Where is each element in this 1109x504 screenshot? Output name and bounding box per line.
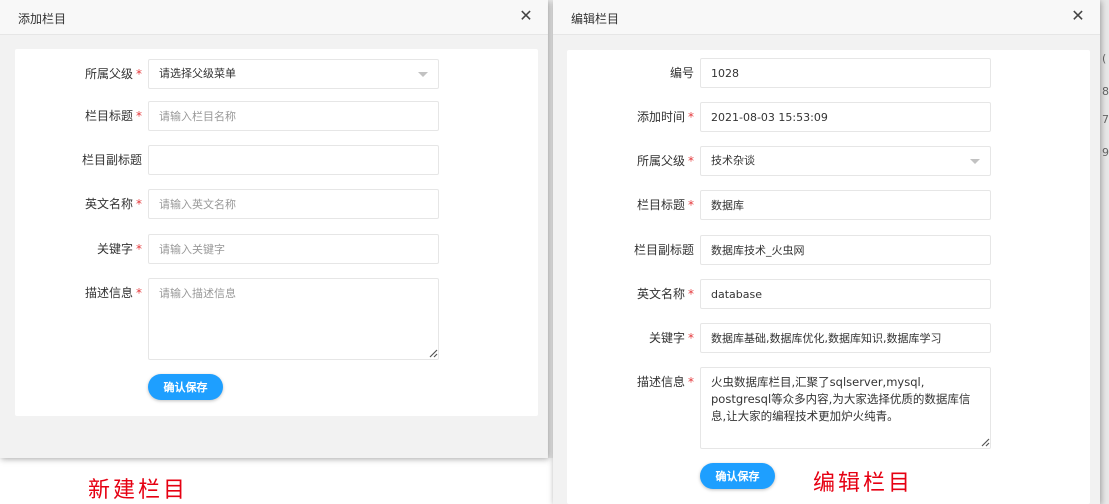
field-label: 描述信息 <box>636 375 685 389</box>
form-row-id: 编号 <box>567 58 1090 88</box>
field-label: 栏目副标题 <box>81 153 142 167</box>
resize-handle-icon[interactable] <box>980 437 990 447</box>
form-panel: 所属父级* 请选择父级菜单 栏目标题* 栏目副标题 英文名称* 关键字* 描述信… <box>15 49 538 416</box>
form-row-parent: 所属父级 * 技术杂谈 <box>567 146 1090 176</box>
save-button[interactable]: 确认保存 <box>148 374 223 400</box>
created-at-input[interactable] <box>700 102 991 132</box>
bg-fragment: 7 <box>1102 113 1109 126</box>
parent-select[interactable]: 技术杂谈 <box>700 146 991 176</box>
dialog-title: 添加栏目 <box>18 12 67 26</box>
form-row-description: 描述信息 * 火虫数据库栏目,汇聚了sqlserver,mysql, postgr… <box>567 367 1090 449</box>
chevron-down-icon <box>418 72 428 77</box>
field-label: 编号 <box>669 66 694 80</box>
subtitle-input[interactable] <box>148 145 439 175</box>
edit-column-dialog: 编辑栏目 ✕ 编号 添加时间* 所属父级* 技术杂谈 栏目标题* 栏目副标题 <box>553 0 1100 504</box>
bg-fragment: 8 <box>1102 85 1109 98</box>
form-row-created-at: 添加时间 * <box>567 102 1090 132</box>
form-row-english-name: 英文名称 * <box>15 189 538 219</box>
field-label: 添加时间 <box>636 110 685 124</box>
field-label: 关键字 <box>96 242 133 256</box>
form-row-keywords: 关键字 * <box>567 323 1090 353</box>
close-icon[interactable]: ✕ <box>518 8 534 24</box>
select-value: 请选择父级菜单 <box>159 67 236 80</box>
required-mark: * <box>688 375 694 389</box>
field-label: 栏目标题 <box>636 198 685 212</box>
field-label: 所属父级 <box>84 67 133 81</box>
field-label: 栏目标题 <box>84 109 133 123</box>
form-row-description: 描述信息 * <box>15 278 538 360</box>
dialog-header: 添加栏目 ✕ <box>0 0 548 35</box>
field-label: 所属父级 <box>636 154 685 168</box>
title-input[interactable] <box>148 101 439 131</box>
keywords-input[interactable] <box>148 234 439 264</box>
description-textarea[interactable] <box>148 278 439 360</box>
form-row-keywords: 关键字 * <box>15 234 538 264</box>
id-input[interactable] <box>700 58 991 88</box>
bg-fragment: 9 <box>1102 146 1109 159</box>
required-mark: * <box>136 197 142 211</box>
form-row-subtitle: 栏目副标题 <box>567 235 1090 265</box>
chevron-down-icon <box>970 159 980 164</box>
background-page-edge: ( 8 7 9 <box>1100 0 1109 504</box>
required-mark: * <box>688 154 694 168</box>
bg-fragment: ( <box>1102 52 1107 65</box>
required-mark: * <box>136 286 142 300</box>
field-label: 描述信息 <box>84 286 133 300</box>
field-label: 关键字 <box>648 331 685 345</box>
required-mark: * <box>136 242 142 256</box>
keywords-input[interactable] <box>700 323 991 353</box>
resize-handle-icon[interactable] <box>428 348 438 358</box>
field-label: 栏目副标题 <box>633 243 694 257</box>
required-mark: * <box>688 198 694 212</box>
caption-edit-column: 编辑栏目 <box>813 471 914 496</box>
caption-area <box>0 458 553 504</box>
add-column-dialog: 添加栏目 ✕ 所属父级* 请选择父级菜单 栏目标题* 栏目副标题 英文名称* 关… <box>0 0 548 458</box>
required-mark: * <box>688 110 694 124</box>
select-value: 技术杂谈 <box>711 154 755 167</box>
english-name-input[interactable] <box>148 189 439 219</box>
required-mark: * <box>688 331 694 345</box>
required-mark: * <box>136 67 142 81</box>
close-icon[interactable]: ✕ <box>1070 8 1086 24</box>
english-name-input[interactable] <box>700 279 991 309</box>
required-mark: * <box>688 287 694 301</box>
dialog-header: 编辑栏目 ✕ <box>553 0 1100 35</box>
description-textarea[interactable]: 火虫数据库栏目,汇聚了sqlserver,mysql, postgresql等众… <box>700 367 991 449</box>
subtitle-input[interactable] <box>700 235 991 265</box>
field-label: 英文名称 <box>636 287 685 301</box>
save-button[interactable]: 确认保存 <box>700 463 775 489</box>
form-row-subtitle: 栏目副标题 <box>15 145 538 175</box>
parent-select[interactable]: 请选择父级菜单 <box>148 59 439 89</box>
title-input[interactable] <box>700 190 991 220</box>
caption-new-column: 新建栏目 <box>88 478 189 503</box>
required-mark: * <box>136 109 142 123</box>
form-row-parent: 所属父级 * 请选择父级菜单 <box>15 59 538 89</box>
form-panel: 编号 添加时间* 所属父级* 技术杂谈 栏目标题* 栏目副标题 英文名称* <box>567 50 1090 504</box>
field-label: 英文名称 <box>84 197 133 211</box>
form-row-english-name: 英文名称 * <box>567 279 1090 309</box>
form-row-title: 栏目标题 * <box>15 101 538 131</box>
form-row-title: 栏目标题 * <box>567 190 1090 220</box>
dialog-title: 编辑栏目 <box>571 12 620 26</box>
